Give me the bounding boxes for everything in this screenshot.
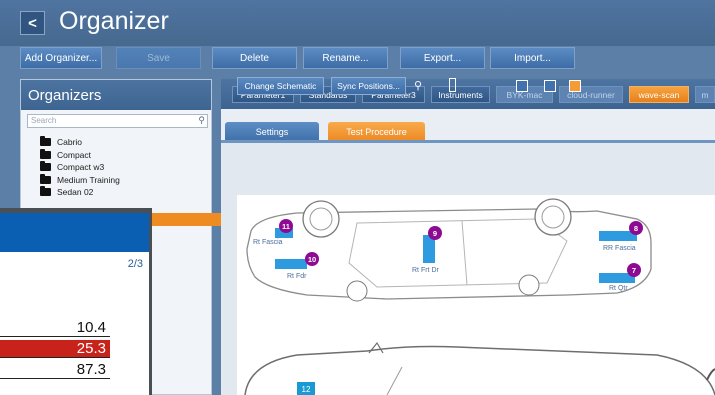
- measure-pad: [275, 259, 307, 269]
- tree-item[interactable]: Medium Training: [40, 173, 120, 186]
- sync-positions-button[interactable]: Sync Positions...: [331, 77, 406, 95]
- tab-more[interactable]: m: [695, 86, 715, 103]
- marker-label: RR Fascia: [603, 245, 636, 252]
- zoom-icon[interactable]: ⚲: [414, 79, 422, 92]
- results-window-header[interactable]: [0, 213, 149, 252]
- export-button[interactable]: Export...: [400, 47, 485, 69]
- search-input[interactable]: Search ⚲: [27, 114, 208, 128]
- title-bar: < Organizer: [0, 0, 715, 46]
- folder-icon: [40, 136, 51, 146]
- layout-rows-icon[interactable]: [516, 80, 528, 92]
- marker-label: Rt Fascia: [253, 239, 283, 246]
- search-icon[interactable]: ⚲: [198, 115, 205, 126]
- result-value: 10.4: [0, 319, 110, 337]
- folder-icon: [40, 148, 51, 159]
- tree-item[interactable]: Compact w3: [40, 161, 120, 173]
- marker-12[interactable]: 12: [297, 382, 315, 395]
- rename-button[interactable]: Rename...: [303, 47, 388, 69]
- marker-label: Rt Fdr: [287, 273, 307, 280]
- tab-wave-scan[interactable]: wave-scan: [629, 86, 689, 103]
- layout-columns-icon[interactable]: [544, 80, 556, 92]
- change-schematic-button[interactable]: Change Schematic: [237, 77, 324, 95]
- marker-9[interactable]: 9: [428, 226, 442, 240]
- tree-item[interactable]: Compact: [40, 148, 120, 161]
- marker-label: Rt Frt Dr: [412, 267, 439, 274]
- folder-icon: [40, 186, 51, 196]
- selected-item-highlight[interactable]: [151, 213, 226, 226]
- marker-11[interactable]: 11: [279, 219, 293, 233]
- app-title: Organizer: [59, 7, 169, 35]
- zoom-slider-icon[interactable]: [449, 78, 456, 92]
- vehicle-schematic[interactable]: 11 Rt Fascia 10 Rt Fdr 9 Rt Frt Dr 8 RR …: [237, 195, 715, 395]
- save-button[interactable]: Save: [116, 47, 201, 69]
- page-indicator: 2/3: [127, 258, 143, 270]
- result-value: 87.3: [0, 361, 110, 379]
- layout-full-icon[interactable]: [569, 80, 581, 92]
- organizer-tree: Cabrio Compact Compact w3 Medium Trainin…: [40, 136, 120, 199]
- result-value: 25.3: [0, 340, 110, 358]
- search-placeholder: Search: [31, 116, 57, 125]
- marker-label: Rt Qtr: [609, 285, 628, 292]
- marker-8[interactable]: 8: [629, 221, 643, 235]
- marker-7[interactable]: 7: [627, 263, 641, 277]
- organizers-title: Organizers: [21, 80, 211, 110]
- back-button[interactable]: <: [20, 11, 45, 35]
- tab-settings[interactable]: Settings: [225, 122, 319, 142]
- tree-item[interactable]: Cabrio: [40, 136, 120, 148]
- results-window: 2/3 10.4 25.3 87.3: [0, 208, 152, 395]
- tab-instruments[interactable]: Instruments: [431, 86, 490, 103]
- chevron-left-icon: <: [28, 14, 37, 32]
- tab-test-procedure[interactable]: Test Procedure: [328, 122, 425, 142]
- delete-button[interactable]: Delete: [212, 47, 297, 69]
- import-button[interactable]: Import...: [490, 47, 575, 69]
- folder-icon: [40, 161, 51, 171]
- car-outline: [244, 198, 715, 395]
- marker-10[interactable]: 10: [305, 252, 319, 266]
- folder-icon: [40, 173, 51, 184]
- tree-item[interactable]: Sedan 02: [40, 186, 120, 198]
- add-organizer-button[interactable]: Add Organizer...: [20, 47, 102, 69]
